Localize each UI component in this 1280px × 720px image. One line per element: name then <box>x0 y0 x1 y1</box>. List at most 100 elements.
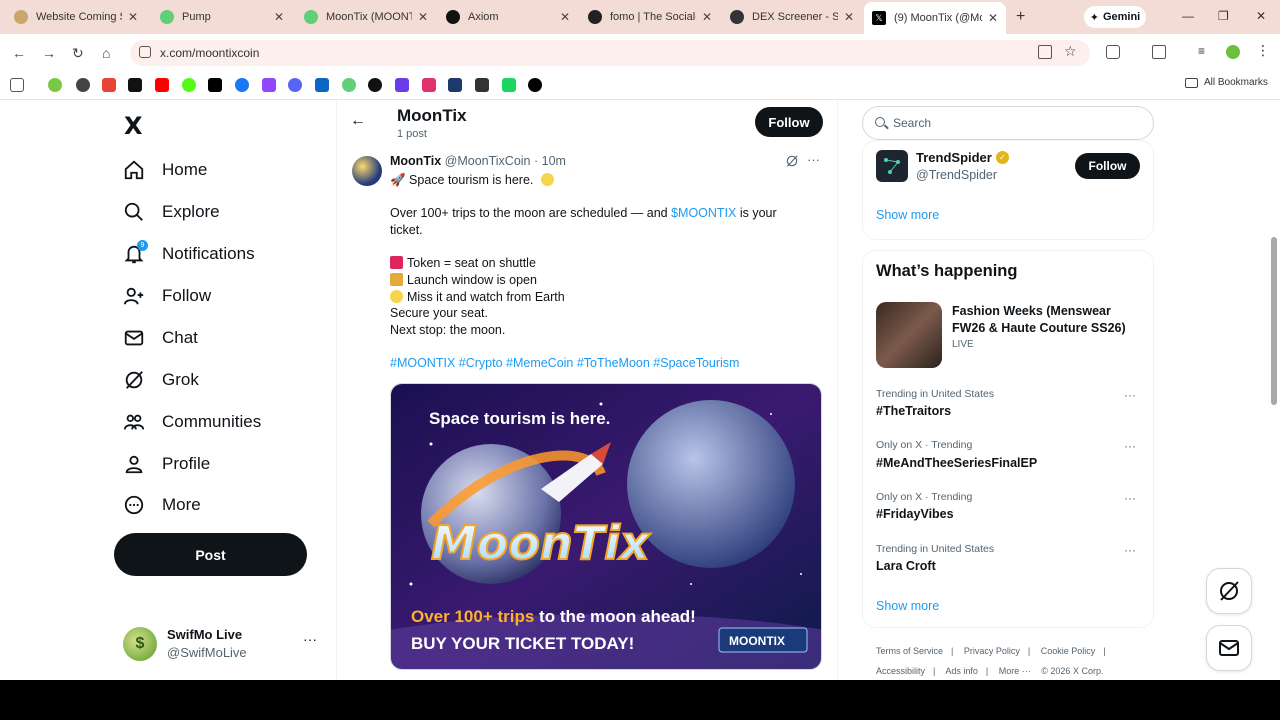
trend-tag[interactable]: #MeAndTheeSeriesFinalEP <box>876 456 1037 470</box>
forward-icon[interactable]: → <box>42 45 56 61</box>
address-bar[interactable]: x.com/moontixcoin <box>130 40 1090 66</box>
linkedin-icon[interactable] <box>315 78 329 92</box>
close-tab-icon[interactable]: ✕ <box>844 10 854 24</box>
youtube-icon[interactable] <box>155 78 169 92</box>
back-icon[interactable]: ← <box>12 45 26 61</box>
notion-icon[interactable] <box>528 78 542 92</box>
menu-kebab-icon[interactable]: ⋮ <box>1256 42 1270 58</box>
tweet-author[interactable]: MoonTix <box>390 154 441 168</box>
browser-tab[interactable]: Website Coming Soon ✕ <box>6 4 146 30</box>
follow-suggestion-button[interactable]: Follow <box>1075 153 1140 179</box>
browser-tab[interactable]: DEX Screener - Search ✕ <box>722 4 862 30</box>
maximize-icon[interactable]: ❐ <box>1218 9 1229 23</box>
browser-tab-active[interactable]: 𝕏 (9) MoonTix (@MoonTixCoin) ✕ <box>864 2 1006 34</box>
minimize-icon[interactable]: — <box>1182 9 1194 23</box>
media-control-icon[interactable]: ≡ <box>1198 44 1212 58</box>
sidebar-item-profile[interactable]: Profile <box>123 448 210 480</box>
sidebar-item-follow[interactable]: Follow <box>123 280 211 312</box>
all-bookmarks[interactable]: All Bookmarks <box>1185 77 1268 88</box>
featured-event-title[interactable]: Fashion Weeks (Menswear FW26 & Haute Cou… <box>952 303 1142 337</box>
sidebar-item-grok[interactable]: Grok <box>123 364 199 396</box>
account-switcher[interactable]: $ SwifMo Live @SwifMoLive ··· <box>123 623 323 663</box>
new-tab-button[interactable]: + <box>1016 8 1025 26</box>
tweet-more-icon[interactable]: ··· <box>807 152 820 167</box>
x-logo[interactable]: X <box>124 112 143 140</box>
close-tab-icon[interactable]: ✕ <box>418 10 428 24</box>
pump-icon[interactable] <box>342 78 356 92</box>
messages-float-button[interactable] <box>1206 625 1252 671</box>
featured-event-image[interactable] <box>876 302 942 368</box>
back-arrow-icon[interactable]: ← <box>350 112 366 130</box>
footer-cookie-link[interactable]: Cookie Policy <box>1041 646 1096 656</box>
tweet-time[interactable]: · 10m <box>534 154 566 168</box>
grok-float-button[interactable] <box>1206 568 1252 614</box>
sidebar-item-communities[interactable]: Communities <box>123 406 261 438</box>
follow-button[interactable]: Follow <box>755 107 823 137</box>
close-window-icon[interactable]: ✕ <box>1256 9 1266 23</box>
x-bookmark-icon[interactable] <box>208 78 222 92</box>
bookmark-icon[interactable] <box>395 78 409 92</box>
gmail-icon[interactable] <box>102 78 116 92</box>
trend-more-icon[interactable]: ··· <box>1124 439 1136 453</box>
bookmark-icon[interactable] <box>76 78 90 92</box>
footer-accessibility-link[interactable]: Accessibility <box>876 666 925 676</box>
rumble-icon[interactable] <box>182 78 196 92</box>
footer-ads-link[interactable]: Ads info <box>945 666 978 676</box>
sidebar-item-explore[interactable]: Explore <box>123 196 220 228</box>
reload-icon[interactable]: ↻ <box>72 45 84 62</box>
avatar[interactable] <box>876 150 908 182</box>
instagram-icon[interactable] <box>422 78 436 92</box>
twitch-icon[interactable] <box>262 78 276 92</box>
gemini-button[interactable]: ✦ Gemini <box>1084 6 1146 28</box>
close-tab-icon[interactable]: ✕ <box>560 10 570 24</box>
footer-terms-link[interactable]: Terms of Service <box>876 646 943 656</box>
sidepanel-icon[interactable] <box>1152 45 1166 59</box>
tweet-hashtags[interactable]: #MOONTIX #Crypto #MemeCoin #ToTheMoon #S… <box>390 356 739 370</box>
browser-tab[interactable]: MoonTix (MOONTIX) ✕ <box>296 4 436 30</box>
star-icon[interactable]: ☆ <box>1064 43 1078 59</box>
apps-grid-icon[interactable] <box>10 78 24 92</box>
cashtag-link[interactable]: $MOONTIX <box>671 206 736 220</box>
sidebar-item-home[interactable]: Home <box>123 154 207 186</box>
tweet-handle[interactable]: @MoonTixCoin <box>445 154 531 168</box>
close-tab-icon[interactable]: ✕ <box>988 11 998 25</box>
show-more-link[interactable]: Show more <box>876 599 939 613</box>
sidebar-item-notifications[interactable]: 9 Notifications <box>123 238 255 270</box>
trend-tag[interactable]: #TheTraitors <box>876 404 951 418</box>
trend-more-icon[interactable]: ··· <box>1124 543 1136 557</box>
tweet-media-image[interactable]: Space tourism is here. MoonTix Over 100+… <box>390 383 822 670</box>
search-input[interactable]: Search <box>862 106 1154 140</box>
account-menu-icon[interactable]: ··· <box>303 631 317 647</box>
axiom-bookmark-icon[interactable] <box>368 78 382 92</box>
browser-tab[interactable]: Axiom ✕ <box>438 4 578 30</box>
install-app-icon[interactable] <box>1038 45 1052 59</box>
home-browser-icon[interactable]: ⌂ <box>102 45 110 61</box>
show-more-link[interactable]: Show more <box>876 208 939 222</box>
sidebar-item-chat[interactable]: Chat <box>123 322 198 354</box>
extensions-icon[interactable] <box>1106 45 1120 59</box>
kick-icon[interactable] <box>502 78 516 92</box>
close-tab-icon[interactable]: ✕ <box>702 10 712 24</box>
bookmark-icon[interactable] <box>48 78 62 92</box>
trend-more-icon[interactable]: ··· <box>1124 388 1136 402</box>
site-settings-icon[interactable] <box>139 46 151 58</box>
grok-icon[interactable] <box>785 154 799 168</box>
footer-more-link[interactable]: More ··· <box>999 666 1031 676</box>
facebook-icon[interactable] <box>235 78 249 92</box>
trend-tag[interactable]: #FridayVibes <box>876 507 954 521</box>
footer-privacy-link[interactable]: Privacy Policy <box>964 646 1020 656</box>
trend-tag[interactable]: Lara Croft <box>876 559 936 573</box>
browser-tab[interactable]: fomo | The Social-First ✕ <box>580 4 720 30</box>
trend-more-icon[interactable]: ··· <box>1124 491 1136 505</box>
post-button[interactable]: Post <box>114 533 307 576</box>
close-tab-icon[interactable]: ✕ <box>128 10 138 24</box>
close-tab-icon[interactable]: ✕ <box>274 10 284 24</box>
browser-tab[interactable]: Pump ✕ <box>152 4 292 30</box>
sidebar-item-more[interactable]: More <box>123 489 201 521</box>
tiktok-icon[interactable] <box>128 78 142 92</box>
discord-icon[interactable] <box>288 78 302 92</box>
suggestion-name[interactable]: TrendSpider ✓ <box>916 150 1009 165</box>
bookmark-icon[interactable] <box>448 78 462 92</box>
tweet-avatar[interactable] <box>352 156 382 186</box>
dexscreener-bookmark-icon[interactable] <box>475 78 489 92</box>
